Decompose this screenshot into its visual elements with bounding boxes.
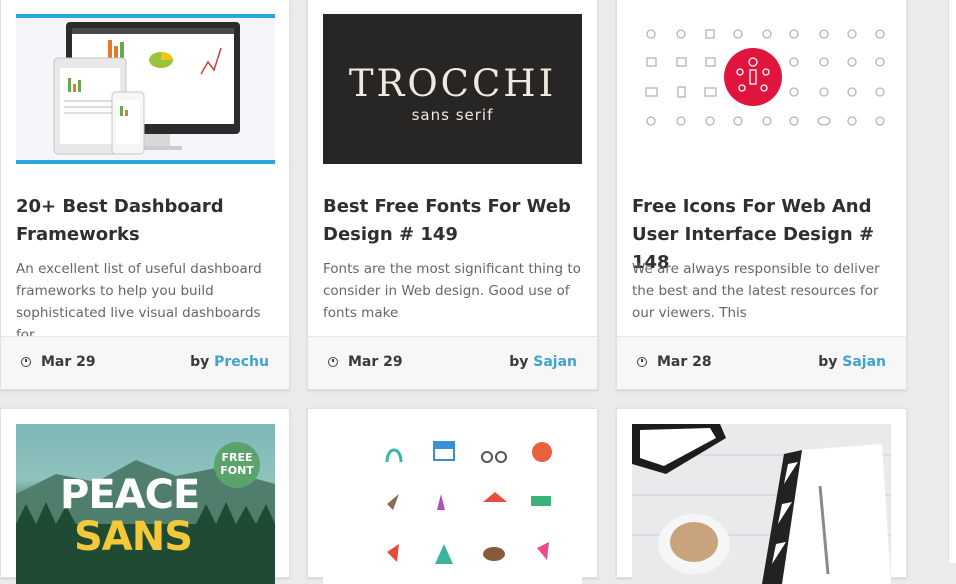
author-link[interactable]: Prechu: [214, 354, 269, 370]
post-thumbnail[interactable]: [632, 424, 891, 584]
author-link[interactable]: Sajan: [533, 354, 577, 370]
post-excerpt: Fonts are the most significant thing to …: [323, 261, 581, 321]
post-thumbnail[interactable]: [16, 14, 275, 164]
post-thumbnail[interactable]: PEACE SANS FREE FONT: [16, 424, 275, 584]
clock-icon: [21, 357, 31, 367]
font-preview-word2: SANS: [74, 514, 193, 560]
dashboard-devices-image: [16, 14, 275, 164]
post-thumbnail[interactable]: [632, 14, 891, 164]
post-thumbnail[interactable]: TROCCHI sans serif: [323, 14, 582, 164]
clock-icon: [328, 357, 338, 367]
post-card[interactable]: [307, 408, 598, 584]
byline-prefix: by: [818, 354, 838, 370]
peace-sans-font-image: PEACE SANS FREE FONT: [16, 424, 275, 584]
post-byline: by Prechu: [190, 354, 269, 370]
post-excerpt: We are always responsible to deliver the…: [632, 261, 880, 321]
post-card[interactable]: 20+ Best Dashboard Frameworks An excelle…: [0, 0, 290, 390]
post-byline: by Sajan: [818, 354, 886, 370]
post-card[interactable]: TROCCHI sans serif Best Free Fonts For W…: [307, 0, 598, 390]
post-byline: by Sajan: [509, 354, 577, 370]
trocchi-font-image: TROCCHI sans serif: [323, 14, 582, 164]
post-date: Mar 29: [41, 354, 96, 370]
author-link[interactable]: Sajan: [842, 354, 886, 370]
post-date: Mar 28: [657, 354, 712, 370]
badge-line1: FREE: [221, 451, 253, 464]
flat-icons-image: [323, 424, 582, 584]
post-title[interactable]: 20+ Best Dashboard Frameworks: [16, 193, 278, 249]
free-font-badge: FREE FONT: [214, 442, 260, 488]
post-meta: Mar 29 by Prechu: [1, 336, 289, 389]
post-card[interactable]: [616, 408, 907, 584]
post-title[interactable]: Best Free Fonts For Web Design # 149: [323, 193, 585, 249]
post-meta: Mar 28 by Sajan: [617, 336, 906, 389]
post-card[interactable]: PEACE SANS FREE FONT: [0, 408, 290, 584]
byline-prefix: by: [509, 354, 529, 370]
byline-prefix: by: [190, 354, 210, 370]
post-card[interactable]: Free Icons For Web And User Interface De…: [616, 0, 907, 390]
clock-icon: [637, 357, 647, 367]
font-preview-word1: PEACE: [60, 472, 200, 518]
icon-set-image: [632, 14, 891, 164]
post-date: Mar 29: [348, 354, 403, 370]
font-preview-subtitle: sans serif: [411, 106, 494, 124]
page-scrollbar[interactable]: [948, 0, 956, 563]
font-preview-title: TROCCHI: [348, 62, 557, 105]
post-meta: Mar 29 by Sajan: [308, 336, 597, 389]
post-excerpt: An excellent list of useful dashboard fr…: [16, 261, 262, 343]
badge-line2: FONT: [220, 464, 254, 477]
post-thumbnail[interactable]: [323, 424, 582, 584]
desk-photo-image: [632, 424, 891, 584]
